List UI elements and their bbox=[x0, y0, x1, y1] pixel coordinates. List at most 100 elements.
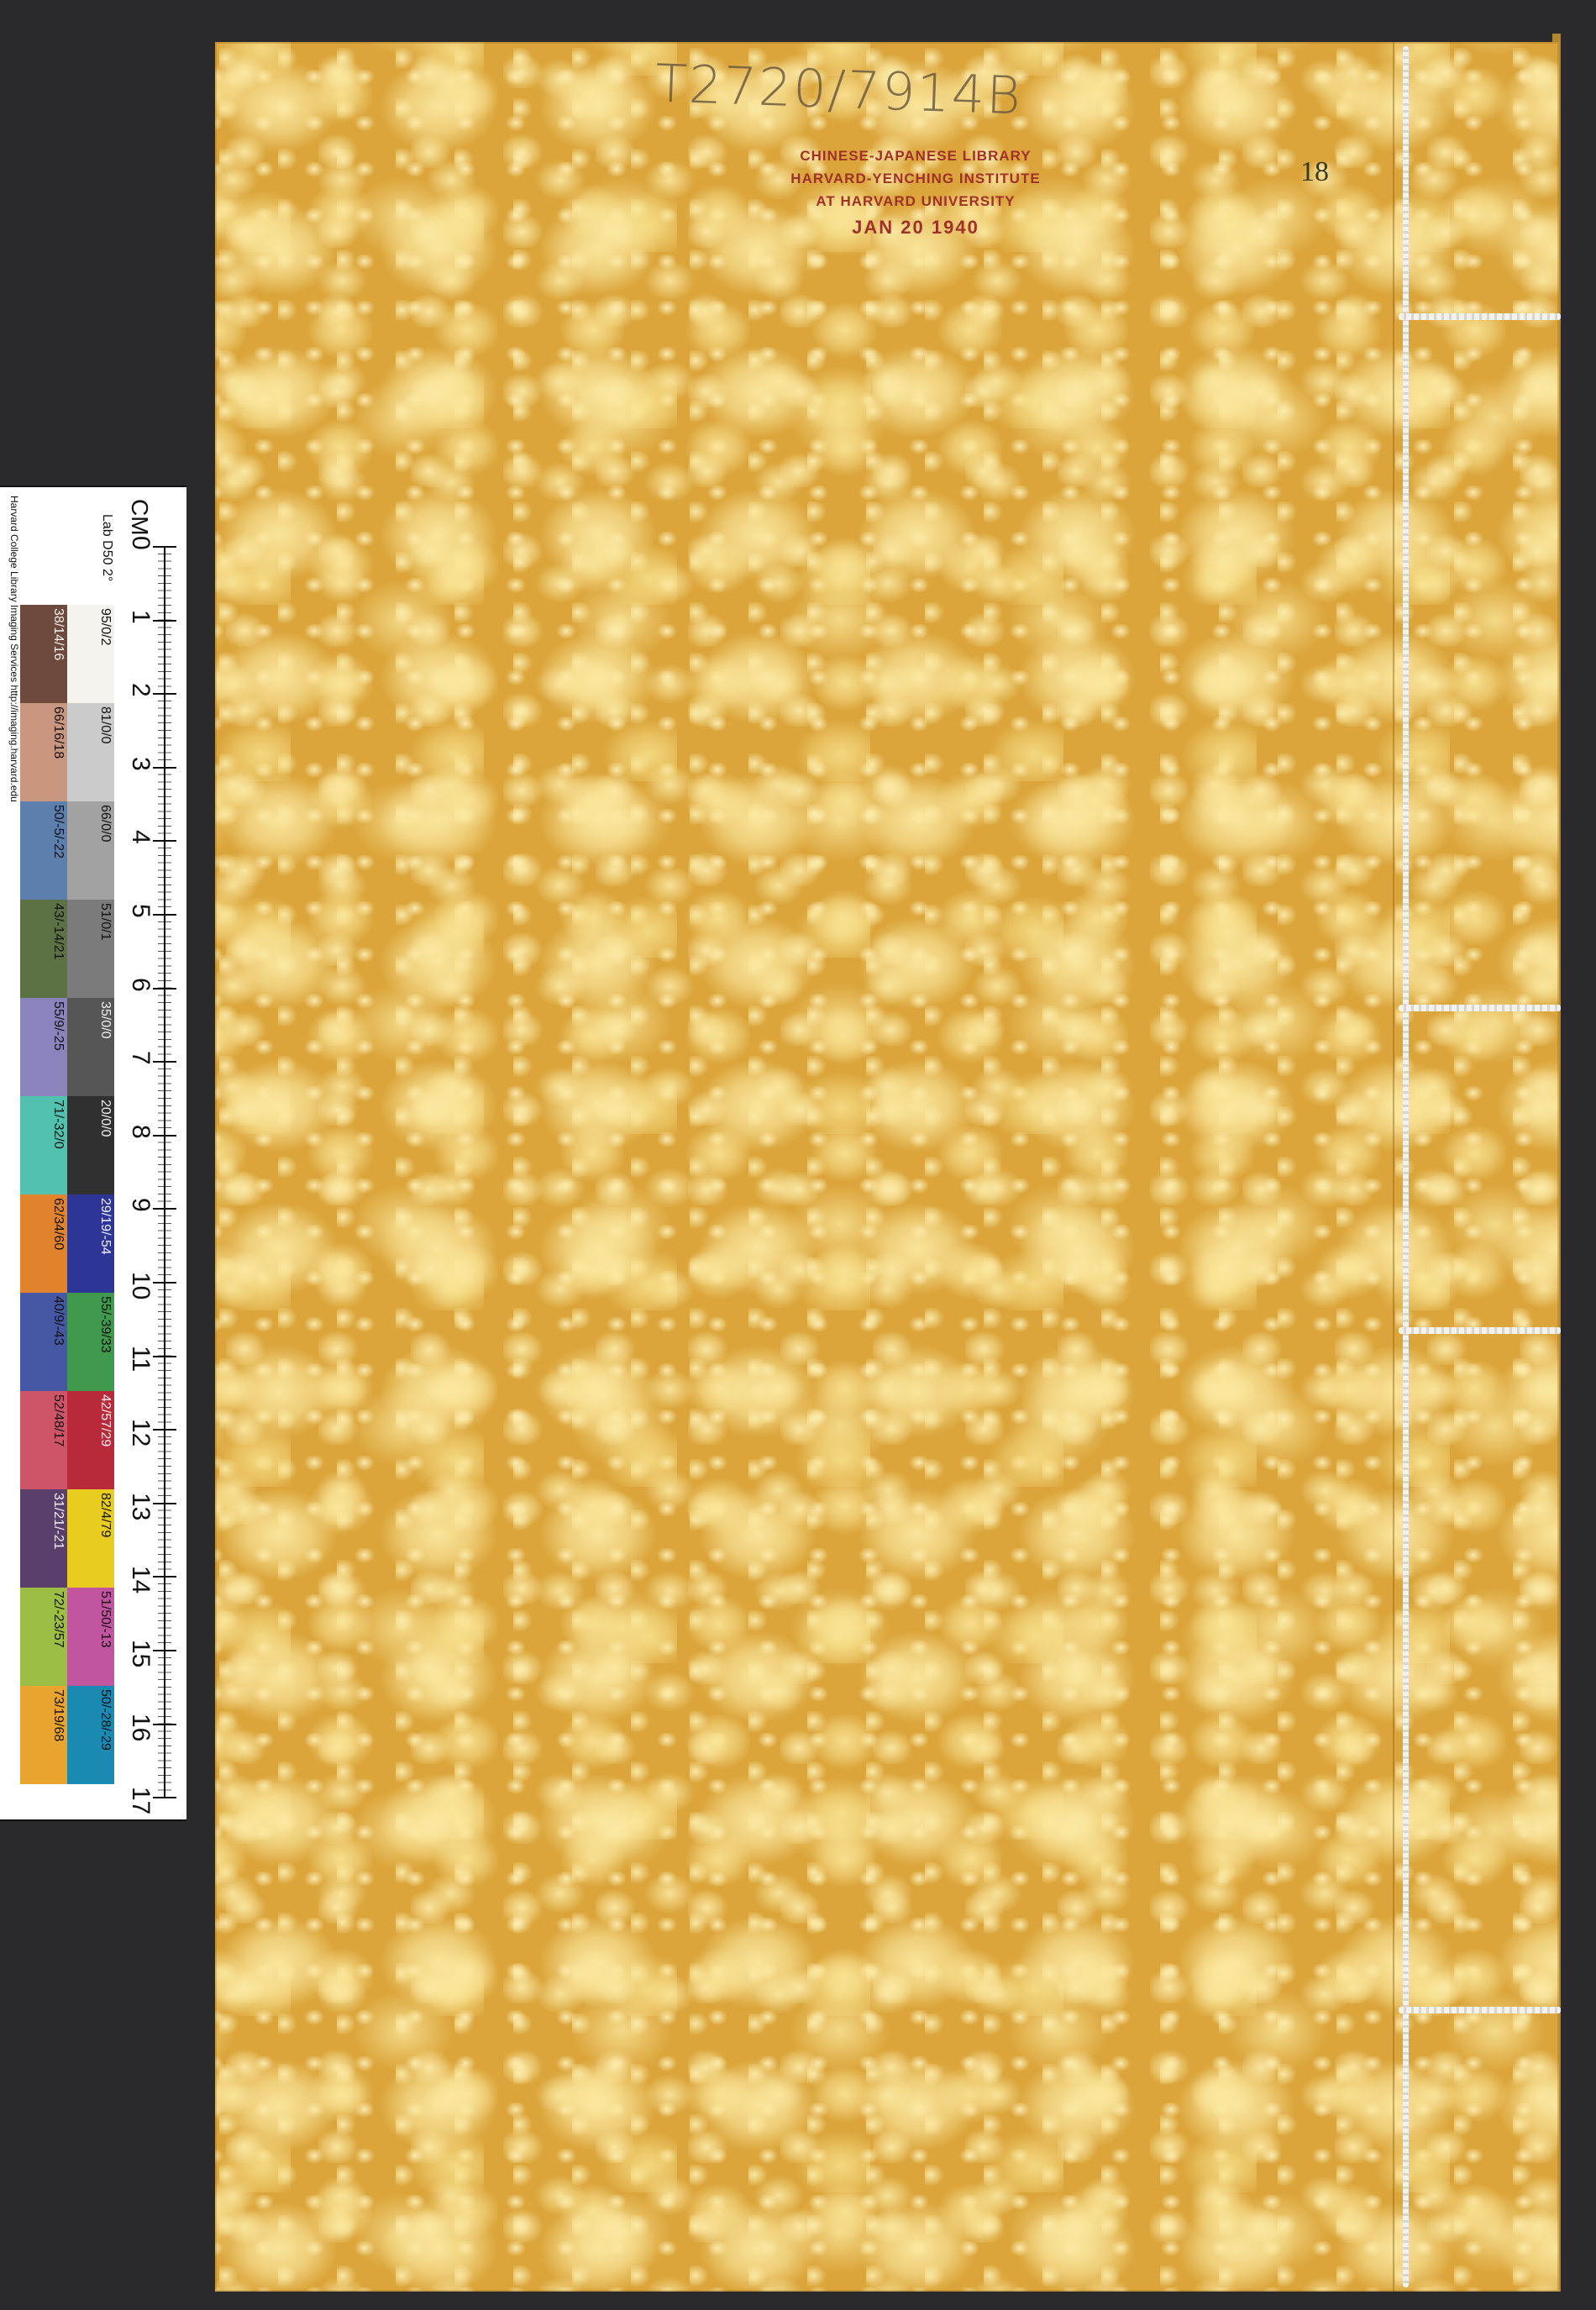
patch-label: 35/0/0 bbox=[98, 1001, 113, 1039]
color-patch: 71/-32/0 bbox=[20, 1096, 67, 1194]
binding-thread-stitch bbox=[1399, 1327, 1561, 1334]
ruler-major-tick bbox=[153, 1282, 176, 1284]
ruler-major-tick bbox=[153, 1355, 176, 1357]
color-patch: 29/19/-54 bbox=[67, 1194, 114, 1293]
library-stamp: CHINESE-JAPANESE LIBRARY HARVARD-YENCHIN… bbox=[739, 144, 1092, 239]
color-patch: 82/4/79 bbox=[67, 1489, 114, 1588]
ruler-number: 16 bbox=[127, 1713, 155, 1741]
ruler-number: 11 bbox=[127, 1345, 155, 1372]
color-patch: 66/16/18 bbox=[20, 703, 67, 801]
grey-patch-column-b: 95/0/2 81/0/0 66/0/0 51/0/1 35/0/0 20/0/0 29/1… bbox=[67, 605, 114, 1784]
ruler-major-tick bbox=[153, 1502, 176, 1504]
ruler-number: 1 bbox=[127, 609, 155, 624]
ruler-number: 5 bbox=[127, 904, 155, 918]
volume-number: 18 bbox=[1300, 156, 1329, 187]
color-patch: 66/0/0 bbox=[67, 801, 114, 900]
patch-label: 40/9/-43 bbox=[51, 1296, 66, 1346]
patch-label: 31/21/-21 bbox=[51, 1493, 66, 1550]
book-cover bbox=[215, 42, 1559, 2292]
stamp-line-2: HARVARD-YENCHING INSTITUTE bbox=[790, 171, 1041, 186]
patch-label: 72/-23/57 bbox=[51, 1591, 66, 1648]
patch-label: 73/19/68 bbox=[51, 1689, 66, 1742]
scan-scene: Harvard College Library Imaging Services… bbox=[0, 0, 1596, 2310]
patch-label: 55/-39/33 bbox=[98, 1296, 113, 1353]
ruler-major-tick bbox=[153, 766, 176, 769]
ruler-major-tick bbox=[153, 987, 176, 990]
color-patch-column-a: 38/14/16 66/16/18 50/-5/-22 43/-14/21 55/9/-… bbox=[20, 605, 67, 1784]
stamp-date: JAN 20 1940 bbox=[852, 217, 979, 238]
patch-label: 50/-5/-22 bbox=[51, 805, 66, 859]
patch-label: 38/14/16 bbox=[51, 608, 66, 661]
ruler-number: 12 bbox=[127, 1419, 155, 1447]
patch-label: 95/0/2 bbox=[98, 608, 113, 646]
target-credit-text: Harvard College Library Imaging Services… bbox=[8, 496, 20, 802]
ruler-major-tick bbox=[153, 1208, 176, 1210]
ruler-number: 6 bbox=[127, 977, 155, 992]
patch-label: 55/9/-25 bbox=[51, 1001, 66, 1051]
patch-label: 20/0/0 bbox=[98, 1100, 113, 1137]
stamp-line-1: CHINESE-JAPANESE LIBRARY bbox=[800, 148, 1032, 164]
ruler-major-tick bbox=[153, 1429, 176, 1431]
patch-label: 50/-28/-29 bbox=[98, 1689, 113, 1751]
ruler-number: 3 bbox=[127, 756, 155, 771]
ruler-major-tick bbox=[153, 840, 176, 843]
ruler-number: 8 bbox=[127, 1124, 155, 1139]
ruler-number: 9 bbox=[127, 1198, 155, 1213]
ruler-major-tick bbox=[153, 619, 176, 622]
patch-label: 81/0/0 bbox=[98, 706, 113, 744]
ruler-number: 14 bbox=[127, 1566, 155, 1594]
ruler-number: 13 bbox=[127, 1492, 155, 1521]
ruler-number: 2 bbox=[127, 683, 155, 697]
color-patch: 55/9/-25 bbox=[20, 998, 67, 1096]
color-patch: 43/-14/21 bbox=[20, 900, 67, 998]
patch-label: 66/0/0 bbox=[98, 805, 113, 843]
ruler-major-tick bbox=[153, 1134, 176, 1137]
ruler-number: 7 bbox=[127, 1051, 155, 1065]
ruler-number: 4 bbox=[127, 830, 155, 845]
color-patch: 40/9/-43 bbox=[20, 1293, 67, 1391]
ruler-ticks bbox=[158, 546, 171, 1798]
ruler-number: 10 bbox=[127, 1272, 155, 1300]
ruler-unit-label: CM bbox=[127, 499, 153, 536]
ruler-number: 15 bbox=[127, 1640, 155, 1668]
patch-label: 51/50/-13 bbox=[98, 1591, 113, 1648]
color-patch: 73/19/68 bbox=[20, 1686, 67, 1784]
ruler-major-tick bbox=[153, 693, 176, 696]
patch-label: 51/0/1 bbox=[98, 903, 113, 941]
patch-label: 71/-32/0 bbox=[51, 1100, 66, 1149]
color-patch: 20/0/0 bbox=[67, 1096, 114, 1194]
spine-fold bbox=[1393, 42, 1394, 2292]
color-patch: 81/0/0 bbox=[67, 703, 114, 801]
color-patch: 50/-28/-29 bbox=[67, 1686, 114, 1784]
binding-thread-stitch bbox=[1399, 1005, 1561, 1011]
binding-thread-stitch bbox=[1399, 2007, 1561, 2013]
ruler-major-tick bbox=[153, 914, 176, 916]
stamp-line-3: AT HARVARD UNIVERSITY bbox=[816, 193, 1016, 209]
patch-label: 52/48/17 bbox=[51, 1394, 66, 1447]
color-patch: 51/50/-13 bbox=[67, 1588, 114, 1686]
color-patch: 42/57/29 bbox=[67, 1391, 114, 1489]
ruler-major-tick bbox=[153, 1650, 176, 1651]
color-patch: 31/21/-21 bbox=[20, 1489, 67, 1588]
color-patch: 35/0/0 bbox=[67, 998, 114, 1096]
color-patch: 55/-39/33 bbox=[67, 1293, 114, 1391]
patch-label: 82/4/79 bbox=[98, 1493, 113, 1538]
handwritten-call-number: T2720/7914B bbox=[654, 52, 1024, 127]
color-patch: 72/-23/57 bbox=[20, 1588, 67, 1686]
patch-label: 42/57/29 bbox=[98, 1394, 113, 1447]
color-patch: 38/14/16 bbox=[20, 605, 67, 703]
target-header-text: Lab D50 2° bbox=[100, 514, 114, 582]
color-patch: 50/-5/-22 bbox=[20, 801, 67, 900]
color-patch: 52/48/17 bbox=[20, 1391, 67, 1489]
ruler-number: 0 bbox=[127, 536, 155, 550]
color-patch: 51/0/1 bbox=[67, 900, 114, 998]
color-patch: 62/34/60 bbox=[20, 1194, 67, 1293]
ruler-major-tick bbox=[153, 1723, 176, 1725]
patch-label: 62/34/60 bbox=[51, 1198, 66, 1251]
patch-label: 66/16/18 bbox=[51, 706, 66, 759]
ruler-major-tick bbox=[153, 546, 176, 548]
ruler-major-tick bbox=[153, 1797, 176, 1799]
color-patch: 95/0/2 bbox=[67, 605, 114, 703]
patch-label: 43/-14/21 bbox=[51, 903, 66, 960]
patch-label: 29/19/-54 bbox=[98, 1198, 113, 1255]
